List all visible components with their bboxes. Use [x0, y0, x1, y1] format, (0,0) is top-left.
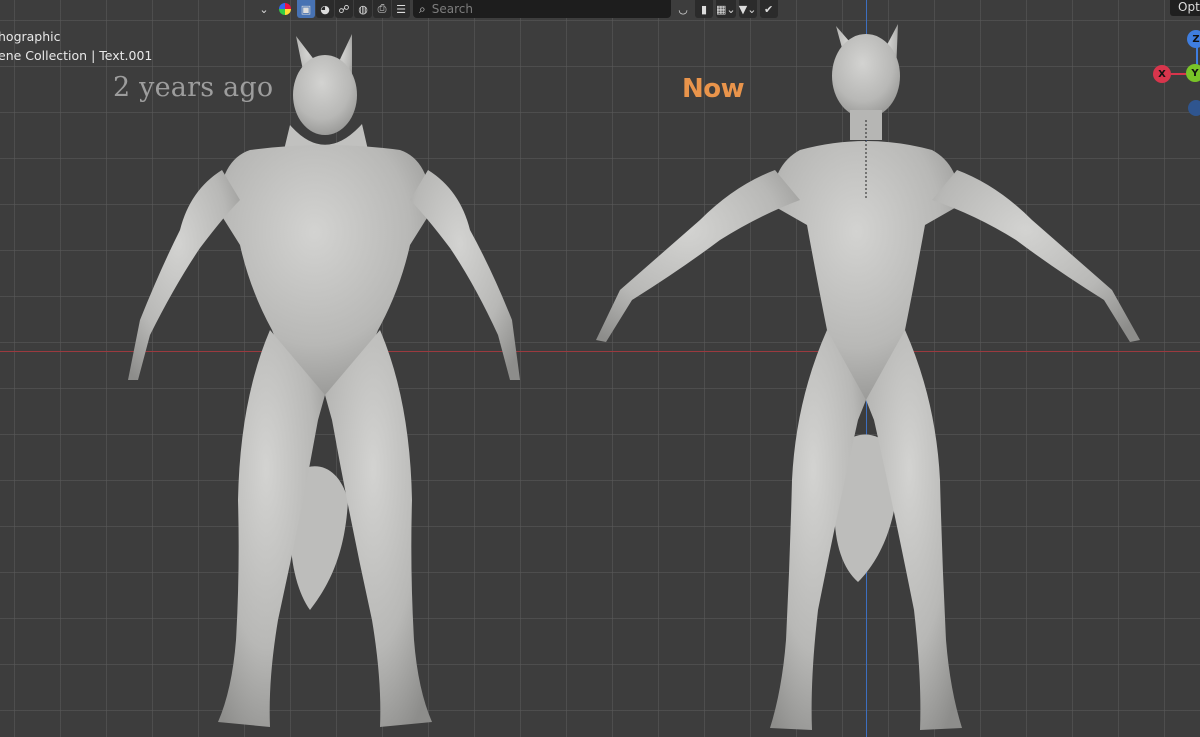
select-mode-group: ▣ ◕ ☍ ◍ ⎙ ☰	[297, 0, 410, 18]
shading-color-icon[interactable]	[276, 0, 294, 18]
viewport-header-toolbar: ⌄ ▣ ◕ ☍ ◍ ⎙ ☰ ⌕ Search ◡ ▮ ▦⌄ ▼⌄ ✔	[255, 0, 778, 18]
select-box-icon[interactable]: ▣	[297, 0, 315, 18]
gizmo-x-icon[interactable]: X	[1153, 65, 1171, 83]
printer-icon[interactable]: ⎙	[373, 0, 391, 18]
search-input[interactable]: ⌕ Search	[413, 0, 671, 18]
display-mode-icon[interactable]: ▦⌄	[716, 0, 736, 18]
circle-toggle-icon[interactable]: ◡	[674, 0, 692, 18]
dropdown-icon[interactable]: ⌄	[255, 0, 273, 18]
collection-label: ene Collection | Text.001	[0, 48, 153, 63]
old-model[interactable]	[128, 34, 520, 727]
view-mode-label: hographic	[0, 29, 61, 44]
check-shield-icon[interactable]: ✔	[759, 0, 778, 18]
gizmo-y-icon[interactable]: Y	[1186, 64, 1200, 82]
search-icon: ⌕	[419, 1, 426, 16]
text-object-now[interactable]: Now	[682, 74, 745, 104]
select-lasso-icon[interactable]: ☍	[335, 0, 353, 18]
bookmark-icon[interactable]: ▮	[695, 0, 713, 18]
new-model[interactable]	[596, 24, 1140, 730]
gizmo-z-icon[interactable]: Z	[1187, 30, 1200, 48]
select-circle-icon[interactable]: ◕	[316, 0, 334, 18]
text-object-then[interactable]: 2 years ago	[113, 72, 273, 103]
layers-icon[interactable]: ☰	[392, 0, 410, 18]
search-placeholder: Search	[431, 2, 473, 16]
options-button[interactable]: Opt	[1170, 0, 1200, 16]
sculpt-models	[128, 24, 1140, 730]
gizmo-x-stem	[1171, 73, 1187, 75]
globe-icon[interactable]: ◍	[354, 0, 372, 18]
gizmo-neg-z-icon[interactable]	[1188, 100, 1200, 116]
filter-icon[interactable]: ▼⌄	[738, 0, 757, 18]
